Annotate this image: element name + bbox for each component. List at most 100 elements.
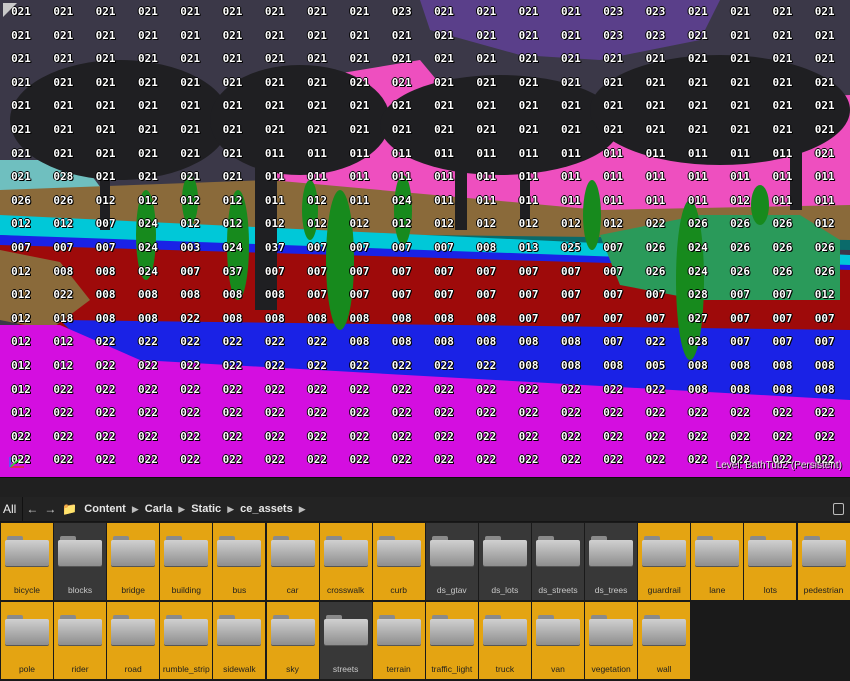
class-label: 022 (307, 406, 328, 420)
back-arrow-icon[interactable]: ← (23, 502, 41, 516)
folder-tile-sky[interactable]: sky (266, 602, 319, 679)
folder-tile-ds-trees[interactable]: ds_trees (585, 523, 638, 600)
class-label: 021 (518, 5, 539, 18)
class-label: 007 (434, 288, 454, 302)
folder-tile-bicycle[interactable]: bicycle (1, 523, 53, 600)
forward-arrow-icon[interactable]: → (41, 502, 59, 516)
chevron-right-icon[interactable]: ▶ (130, 504, 141, 515)
breadcrumb-carla[interactable]: Carla (141, 503, 177, 515)
class-label: 021 (307, 52, 328, 66)
folder-tile-wall[interactable]: wall (638, 602, 691, 679)
class-label: 021 (264, 5, 285, 18)
class-label: 021 (730, 5, 751, 18)
breadcrumb-ce-assets[interactable]: ce_assets (236, 503, 297, 515)
folder-tile-bus[interactable]: bus (213, 523, 266, 600)
panel-splitter[interactable] (0, 477, 850, 497)
class-label: 021 (53, 75, 74, 89)
class-label: 007 (518, 311, 539, 325)
lock-icon[interactable] (833, 503, 844, 515)
folder-tile-terrain[interactable]: terrain (372, 602, 425, 679)
class-label: 021 (180, 5, 201, 18)
folder-tile-road[interactable]: road (107, 602, 160, 679)
folder-tile-rider[interactable]: rider (54, 602, 107, 679)
folder-tile-ds-gtav[interactable]: ds_gtav (425, 523, 478, 600)
folder-tile-ds-streets[interactable]: ds_streets (532, 523, 584, 600)
class-label: 021 (560, 52, 581, 66)
class-label: 021 (772, 28, 793, 42)
class-label: 022 (95, 453, 116, 467)
breadcrumb-static[interactable]: Static (187, 503, 225, 515)
class-label: 022 (391, 429, 412, 443)
folder-tile-curb[interactable]: curb (372, 523, 425, 600)
chevron-right-icon[interactable]: ▶ (176, 504, 187, 515)
folder-name: ds_lots (491, 585, 519, 595)
class-label: 026 (772, 264, 793, 278)
chevron-right-icon[interactable]: ▶ (225, 504, 236, 515)
folder-tile-guardrail[interactable]: guardrail (638, 523, 691, 600)
folder-tile-vegetation[interactable]: vegetation (585, 602, 638, 679)
folder-tile-car[interactable]: car (266, 523, 319, 600)
level-viewport[interactable]: 021 021 021 021 021 021 021 021 021 023 021 021 021 0… (0, 0, 850, 477)
class-label: 007 (814, 311, 835, 325)
folder-icon (217, 536, 262, 566)
folder-name: terrain (386, 664, 411, 674)
class-label: 021 (180, 75, 201, 89)
class-label: 021 (307, 5, 328, 18)
folder-tile-sidewalk[interactable]: sidewalk (213, 602, 266, 679)
content-browser-toolbar: All ← → 📁 Content ▶ Carla ▶ Static ▶ ce_… (0, 497, 850, 521)
class-label: 021 (264, 123, 285, 136)
class-label: 012 (222, 193, 243, 207)
axis-gizmo-icon (9, 457, 24, 468)
class-label: 008 (518, 359, 539, 372)
class-label: 012 (180, 193, 201, 207)
class-label: 011 (645, 193, 666, 207)
folder-tile-streets[interactable]: streets (319, 602, 372, 679)
folder-name: wall (656, 664, 672, 674)
folder-tile-blocks[interactable]: blocks (54, 523, 107, 600)
folder-tile-rumble-strip[interactable]: rumble_strip (160, 602, 213, 679)
class-label: 021 (180, 170, 201, 184)
class-label: 022 (391, 359, 412, 372)
class-label: 021 (222, 123, 243, 136)
level-name: Level: BathTub2 (Persistent) (715, 460, 842, 471)
folder-name: lane (709, 585, 726, 595)
class-label: 008 (391, 311, 412, 325)
folder-tile-lane[interactable]: lane (691, 523, 744, 600)
class-label: 007 (349, 241, 370, 254)
class-label: 012 (11, 288, 31, 302)
class-label: 021 (645, 75, 666, 89)
class-label: 022 (180, 453, 201, 467)
class-label: 021 (687, 5, 708, 18)
class-label: 021 (476, 5, 497, 18)
folder-tile-van[interactable]: van (532, 602, 584, 679)
folder-tile-truck[interactable]: truck (478, 602, 531, 679)
class-label: 007 (518, 264, 539, 278)
class-label: 008 (434, 311, 454, 325)
folder-tile-crosswalk[interactable]: crosswalk (319, 523, 372, 600)
chevron-right-icon[interactable]: ▶ (297, 504, 308, 515)
class-label: 021 (349, 28, 370, 42)
folder-icon (323, 615, 368, 645)
label-grid: 021 021 021 021 021 021 021 021 021 023 021 021 021 0… (0, 0, 850, 477)
class-label: 021 (814, 28, 835, 42)
class-label: 008 (476, 335, 497, 349)
class-label: 007 (645, 311, 666, 325)
class-label: 022 (222, 359, 243, 372)
class-label: 021 (434, 28, 454, 42)
folder-tile-building[interactable]: building (160, 523, 213, 600)
class-label: 021 (434, 52, 454, 66)
breadcrumb-content[interactable]: Content (80, 503, 130, 515)
all-filter-button[interactable]: All (0, 497, 24, 521)
class-label: 021 (11, 99, 31, 113)
folder-tile-traffic-light[interactable]: traffic_light (425, 602, 478, 679)
folder-tile-pole[interactable]: pole (1, 602, 53, 679)
class-label: 021 (814, 99, 835, 113)
class-label: 022 (349, 429, 370, 443)
folder-icon (429, 536, 474, 566)
folder-tile-bridge[interactable]: bridge (107, 523, 160, 600)
folder-tile-ds-lots[interactable]: ds_lots (478, 523, 531, 600)
folder-icon (217, 615, 262, 645)
folder-tile-pedestrian[interactable]: pedestrian (797, 523, 850, 600)
folder-tile-lots[interactable]: lots (744, 523, 797, 600)
class-label: 011 (603, 146, 624, 160)
